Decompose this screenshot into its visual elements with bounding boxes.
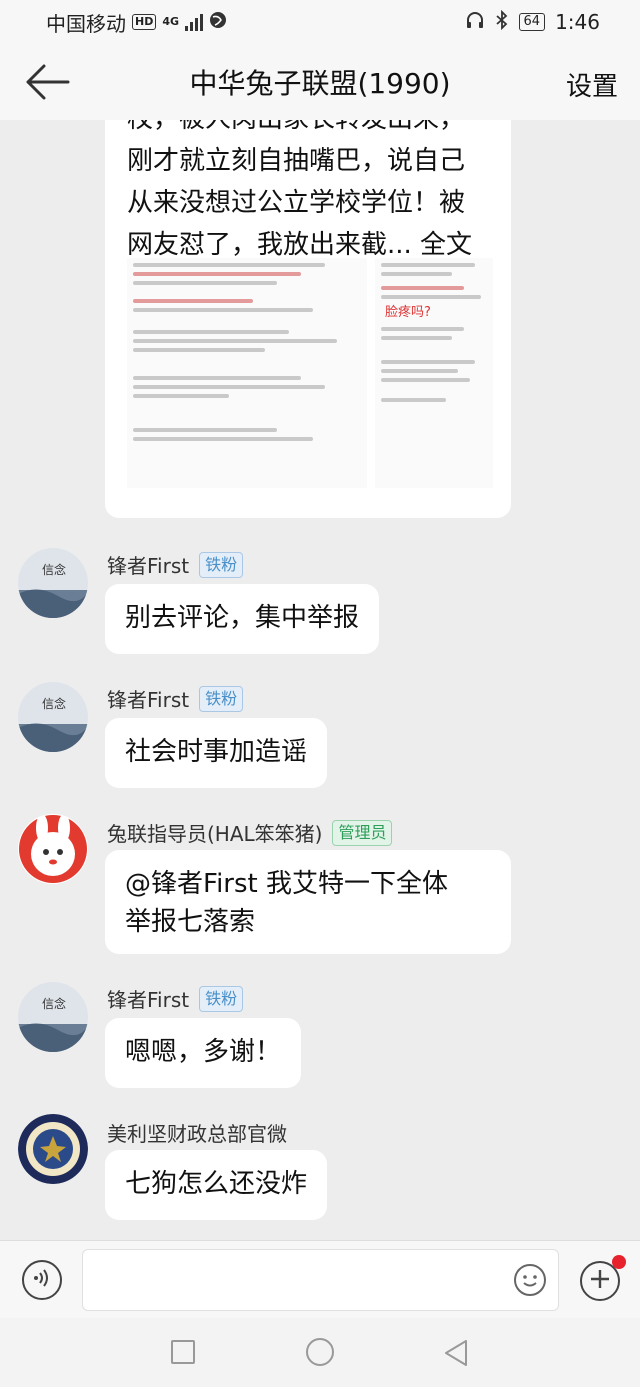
sender-name[interactable]: 锋者First xyxy=(107,550,189,579)
fan-badge: 铁粉 xyxy=(199,551,244,578)
message-input[interactable] xyxy=(82,1249,559,1311)
message-bubble[interactable]: @锋者First 我艾特一下全体 举报七落索 xyxy=(105,850,511,954)
message-bubble[interactable]: 别去评论，集中举报 xyxy=(105,584,380,654)
system-nav-bar xyxy=(0,1318,640,1387)
emoji-icon[interactable] xyxy=(514,1264,546,1296)
svg-text:信念: 信念 xyxy=(42,562,66,577)
sender-name[interactable]: 锋者First xyxy=(107,684,189,713)
message-bubble[interactable]: 社会时事加造谣 xyxy=(105,718,328,788)
headphones-icon xyxy=(465,10,485,35)
avatar[interactable]: 信念 xyxy=(18,548,88,618)
carrier-label: 中国移动 xyxy=(46,11,126,36)
message-text: 嗯嗯，多谢！ xyxy=(125,1037,282,1067)
fan-badge: 铁粉 xyxy=(199,985,244,1012)
input-bar xyxy=(0,1240,640,1318)
post-line: 校，被人肉出家长转发出来， xyxy=(127,120,489,140)
sender-name[interactable]: 锋者First xyxy=(107,984,189,1013)
post-screenshot-image[interactable] xyxy=(127,258,367,488)
svg-text:信念: 信念 xyxy=(42,696,66,711)
clock: 1:46 xyxy=(555,10,600,34)
signal-icon xyxy=(185,13,204,31)
hd-icon: HD xyxy=(132,14,157,30)
message-text-line: @锋者First 我艾特一下全体 xyxy=(125,869,448,899)
post-line: 从来没想过公立学校学位！被 xyxy=(127,188,466,218)
message-text-line: 举报七落索 xyxy=(125,907,256,937)
avatar[interactable]: 信念 xyxy=(18,682,88,752)
fan-badge: 铁粉 xyxy=(199,685,244,712)
admin-badge: 管理员 xyxy=(332,819,393,846)
message-bubble[interactable]: 七狗怎么还没炸 xyxy=(105,1150,328,1220)
system-back-button[interactable] xyxy=(442,1338,470,1372)
network-type-icon: 4G xyxy=(162,15,180,28)
recent-apps-button[interactable] xyxy=(171,1340,195,1364)
sender-name[interactable]: 美利坚财政总部官微 xyxy=(107,1118,287,1147)
arrow-left-icon xyxy=(26,64,70,100)
voice-button[interactable] xyxy=(22,1260,62,1300)
globe-icon xyxy=(209,10,227,34)
avatar[interactable]: 信念 xyxy=(18,982,88,1052)
bluetooth-icon xyxy=(495,9,509,35)
avatar[interactable] xyxy=(18,814,88,884)
chat-header: 中华兔子联盟(1990) 设置 xyxy=(0,44,640,120)
voice-icon xyxy=(31,1267,53,1293)
message-bubble[interactable]: 嗯嗯，多谢！ xyxy=(105,1018,302,1088)
sender-name[interactable]: 兔联指导员(HAL笨笨猪) xyxy=(107,818,322,847)
message-text: 七狗怎么还没炸 xyxy=(125,1169,308,1199)
message-text: 社会时事加造谣 xyxy=(125,737,308,767)
avatar[interactable] xyxy=(18,1114,88,1184)
notification-dot xyxy=(612,1255,626,1269)
post-text: 校，被人肉出家长转发出来， 刚才就立刻自抽嘴巴，说自己 从来没想过公立学校学位！… xyxy=(127,120,489,266)
group-title: 中华兔子联盟(1990) xyxy=(189,67,451,100)
settings-button[interactable]: 设置 xyxy=(566,66,618,103)
svg-text:信念: 信念 xyxy=(42,996,66,1011)
message-text: 别去评论，集中举报 xyxy=(125,603,360,633)
battery-icon: 64 xyxy=(518,13,546,31)
back-button[interactable] xyxy=(24,62,72,102)
post-screenshot-image[interactable]: 脸疼吗? xyxy=(375,258,493,488)
triangle-back-icon xyxy=(445,1340,467,1366)
plus-icon xyxy=(588,1267,612,1296)
post-line: 刚才就立刻自抽嘴巴，说自己 xyxy=(127,146,466,176)
home-button[interactable] xyxy=(306,1338,334,1366)
image-caption: 脸疼吗? xyxy=(385,305,431,320)
shared-post-bubble[interactable]: 校，被人肉出家长转发出来， 刚才就立刻自抽嘴巴，说自己 从来没想过公立学校学位！… xyxy=(105,120,511,518)
message-list[interactable]: 校，被人肉出家长转发出来， 刚才就立刻自抽嘴巴，说自己 从来没想过公立学校学位！… xyxy=(0,120,640,1240)
status-bar: 中国移动 HD 4G 64 1:46 xyxy=(0,0,640,44)
